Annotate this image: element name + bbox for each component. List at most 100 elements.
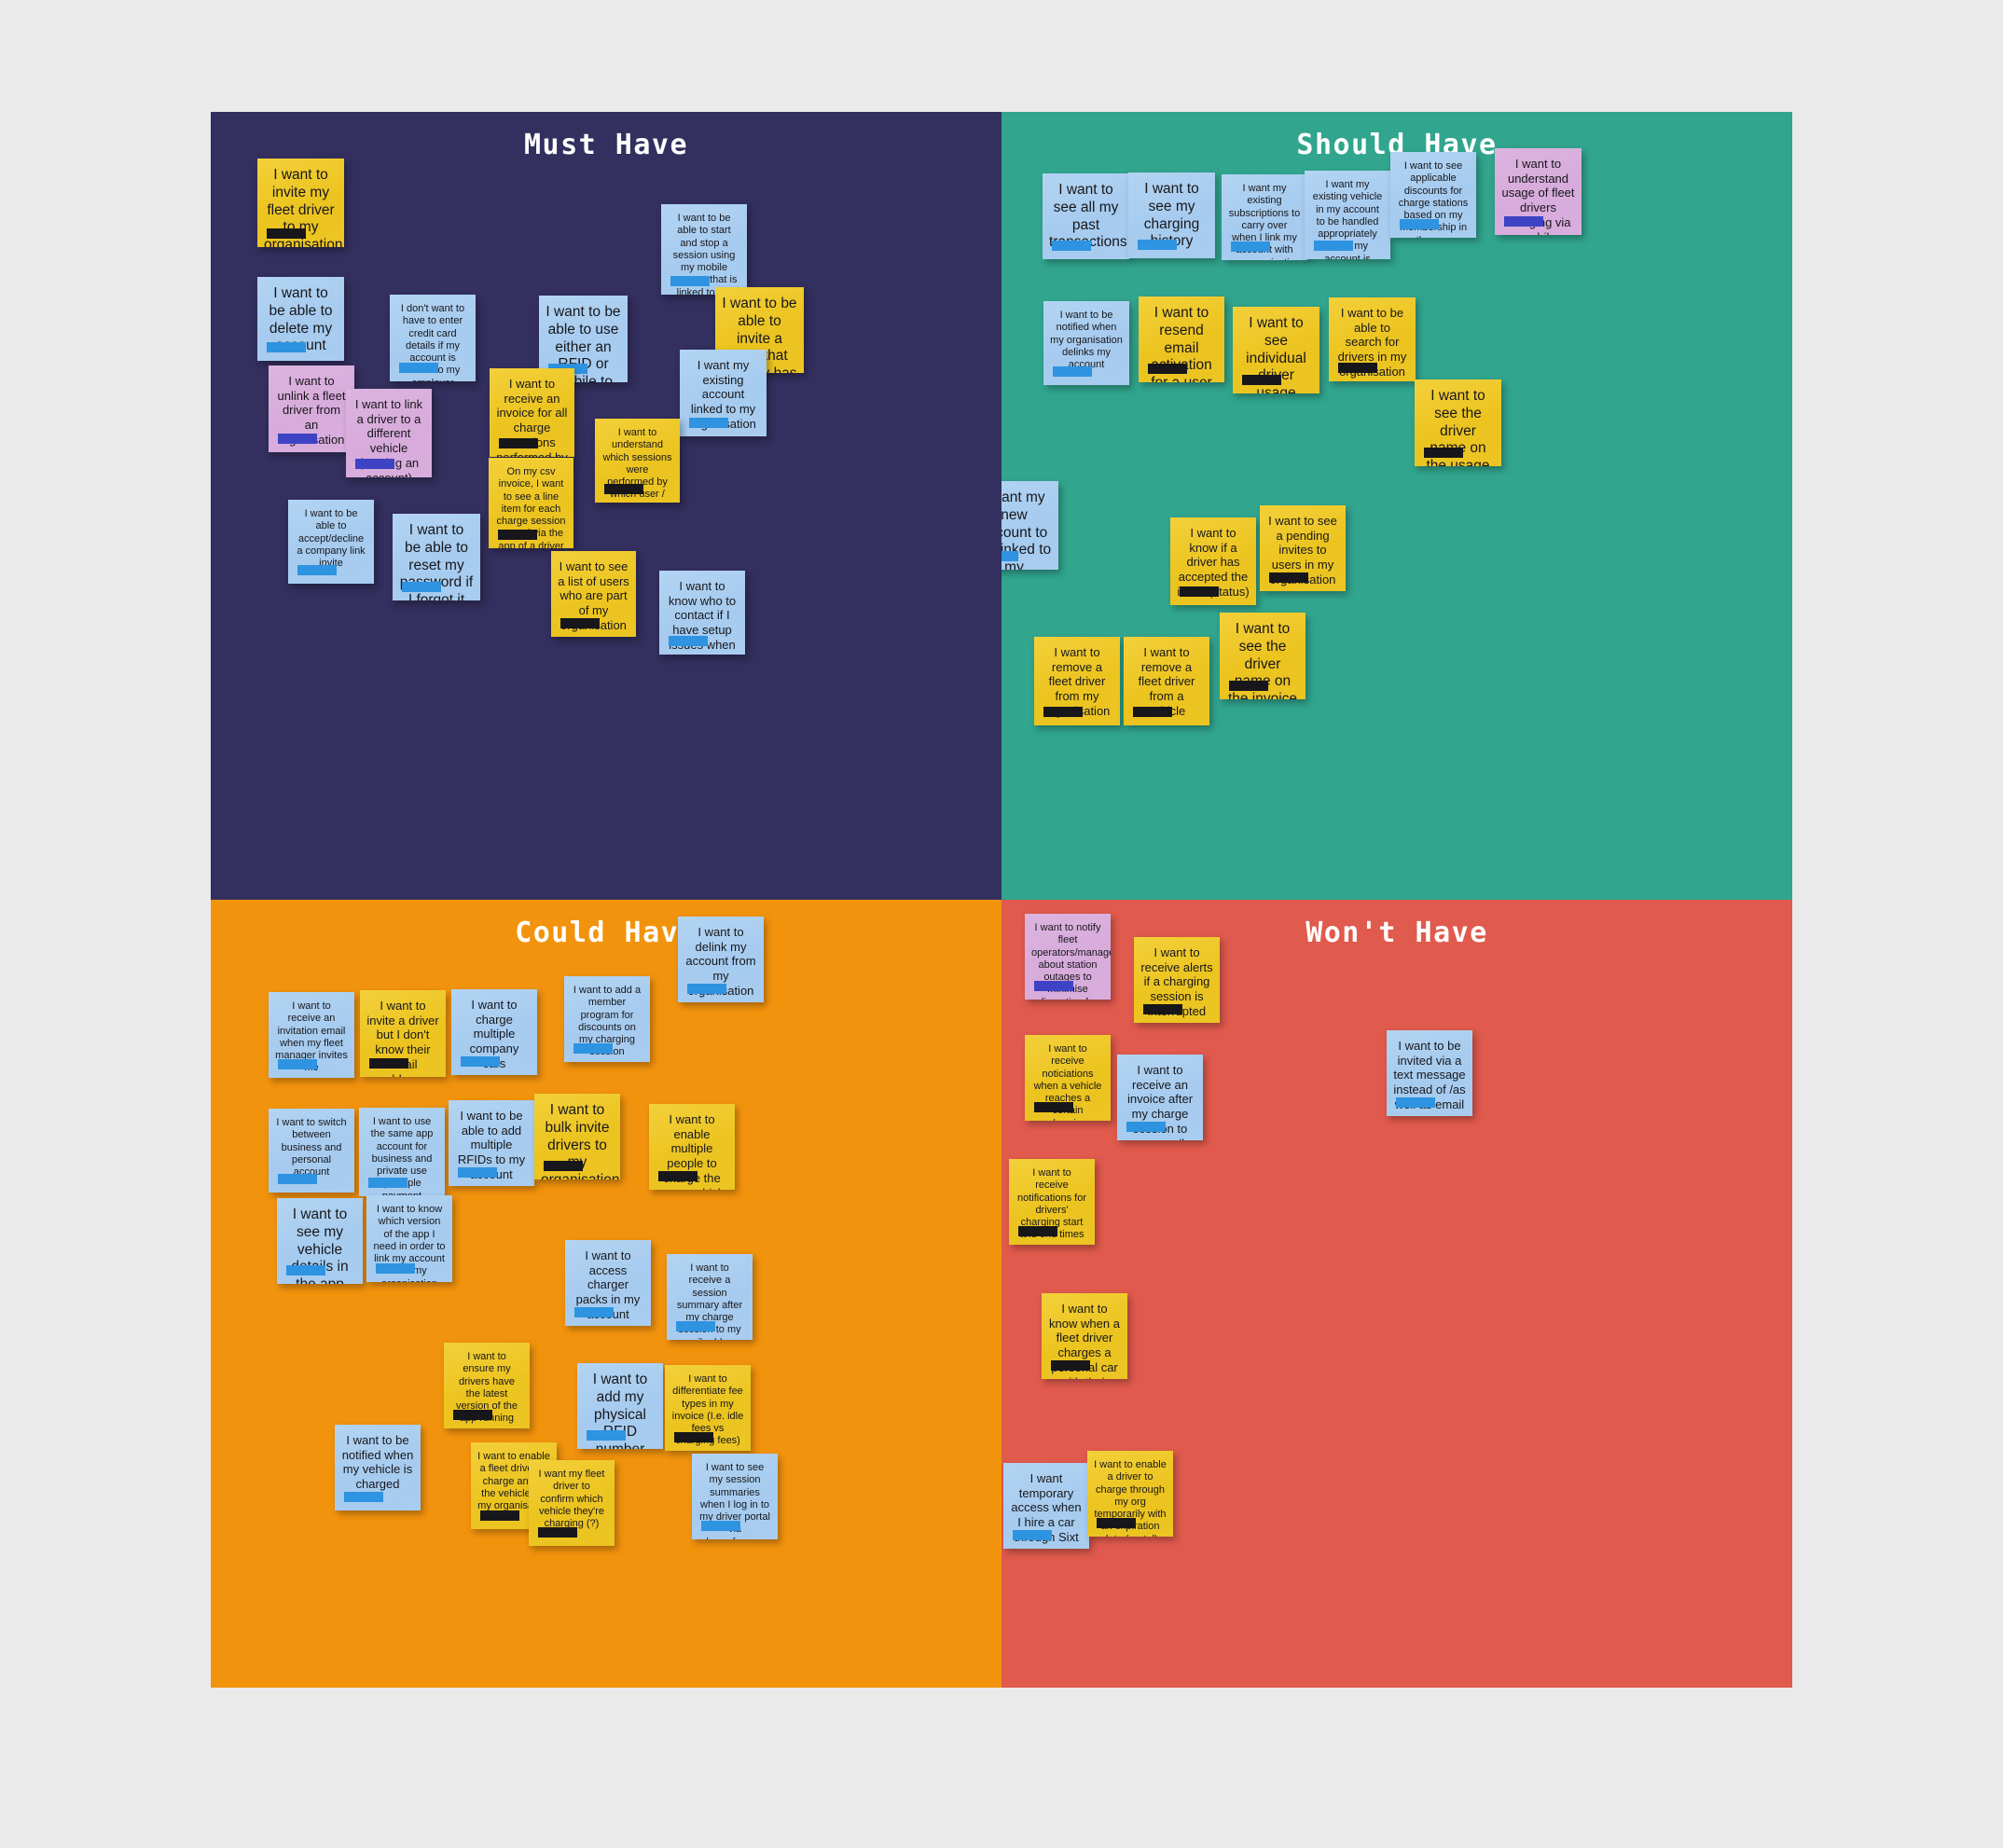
quadrant-should-have[interactable]: Should Have I want to see all my past tr…	[1002, 112, 1792, 900]
sticky-note[interactable]: On my csv invoice, I want to see a line …	[489, 458, 573, 548]
sticky-note[interactable]: I want to understand which sessions were…	[595, 419, 680, 503]
sticky-note-author-tag	[286, 1265, 325, 1276]
sticky-note[interactable]: I want to know if a driver has accepted …	[1170, 517, 1256, 605]
quadrant-title-could-have: Could Have	[515, 917, 698, 949]
sticky-note[interactable]: I want my existing vehicle in my account…	[1305, 171, 1390, 259]
sticky-note[interactable]: I want to remove a fleet driver from my …	[1034, 637, 1120, 725]
sticky-note[interactable]: I want temporary access when I hire a ca…	[1003, 1463, 1089, 1549]
sticky-note-author-tag	[573, 1043, 613, 1054]
sticky-note-author-tag	[368, 1178, 408, 1188]
sticky-note-author-tag	[1504, 216, 1543, 227]
sticky-note-author-tag	[1097, 1518, 1136, 1528]
sticky-note[interactable]: I want to be notified when my vehicle is…	[335, 1425, 421, 1510]
sticky-note[interactable]: I want to link a driver to a different v…	[346, 389, 432, 477]
sticky-note[interactable]: I want to know who to contact if I have …	[659, 571, 745, 655]
sticky-note[interactable]: I want to see applicable discounts for c…	[1390, 152, 1476, 238]
sticky-note-text: I want to be notified when my organisati…	[1050, 310, 1123, 371]
sticky-note-author-tag	[1013, 1530, 1052, 1540]
sticky-note-author-tag	[402, 582, 441, 592]
sticky-note[interactable]: I want to resend email activation for a …	[1139, 297, 1224, 382]
sticky-note[interactable]: I want my existing account linked to my …	[680, 350, 767, 436]
sticky-note[interactable]: I want to receive noticiations when a ve…	[1025, 1035, 1111, 1121]
sticky-note[interactable]: I want to switch between business and pe…	[269, 1109, 354, 1193]
sticky-note[interactable]: I want to unlink a fleet driver from an …	[269, 365, 354, 452]
sticky-note-author-tag	[1053, 366, 1092, 377]
sticky-note-author-tag	[480, 1510, 519, 1521]
sticky-note-text: I want to be notified when my vehicle is…	[341, 1433, 414, 1492]
sticky-note-author-tag	[355, 459, 394, 469]
sticky-note[interactable]: I want to invite a driver but I don't kn…	[360, 990, 446, 1077]
sticky-note[interactable]: I want to know when a fleet driver charg…	[1042, 1293, 1127, 1379]
sticky-note[interactable]: I want my fleet driver to confirm which …	[529, 1460, 615, 1546]
sticky-note[interactable]: I want to see my vehicle details in the …	[277, 1198, 363, 1284]
quadrant-title-wont-have: Won't Have	[1305, 917, 1488, 949]
sticky-note-author-tag	[1424, 448, 1463, 458]
sticky-note-author-tag	[369, 1058, 408, 1069]
sticky-note-author-tag	[376, 1263, 415, 1274]
sticky-note[interactable]: I want my existing subscriptions to carr…	[1222, 174, 1307, 260]
sticky-note-author-tag	[399, 363, 438, 373]
sticky-note[interactable]: I want my new account to be linked to my…	[1002, 481, 1058, 570]
sticky-note[interactable]: I want to be able to add multiple RFIDs …	[449, 1100, 534, 1186]
sticky-note-author-tag	[1126, 1122, 1166, 1132]
sticky-note[interactable]: I want to be invited via a text message …	[1387, 1030, 1472, 1116]
sticky-note-author-tag	[267, 342, 306, 352]
sticky-note-author-tag	[453, 1410, 492, 1420]
sticky-note-author-tag	[1002, 551, 1018, 561]
sticky-note[interactable]: I want to understand usage of fleet driv…	[1495, 148, 1582, 235]
sticky-note-author-tag	[658, 1171, 698, 1181]
sticky-note[interactable]: I want to enable a driver to charge thro…	[1087, 1451, 1173, 1537]
sticky-note-author-tag	[458, 1167, 497, 1178]
quadrant-could-have[interactable]: Could Have I want to delink my account f…	[211, 900, 1002, 1688]
sticky-note[interactable]: I want to be able to search for drivers …	[1329, 297, 1416, 381]
sticky-note[interactable]: I want to be able to reset my password i…	[393, 514, 480, 600]
sticky-note[interactable]: I want to be notified when my organisati…	[1043, 301, 1129, 385]
sticky-note[interactable]: I want to receive alerts if a charging s…	[1134, 937, 1220, 1023]
sticky-note[interactable]: I want to see a list of users who are pa…	[551, 551, 636, 637]
sticky-note[interactable]: I want to see the driver name on the inv…	[1220, 613, 1305, 699]
sticky-note[interactable]: I want to be able to delete my account	[257, 277, 344, 361]
sticky-note-author-tag	[689, 418, 728, 428]
sticky-note[interactable]: I want to charge multiple company cars	[451, 989, 537, 1075]
sticky-note[interactable]: I want to delink my account from my orga…	[678, 917, 764, 1002]
sticky-note-author-tag	[687, 984, 726, 994]
sticky-note[interactable]: I want to add a member program for disco…	[564, 976, 650, 1062]
sticky-note[interactable]: I want to see individual driver usage	[1233, 307, 1319, 393]
sticky-note[interactable]: I want to receive an invitation email wh…	[269, 992, 354, 1078]
sticky-note[interactable]: I want to enable multiple people to char…	[649, 1104, 735, 1190]
sticky-note[interactable]: I want to bulk invite drivers to my orga…	[534, 1094, 620, 1179]
sticky-note-author-tag	[297, 565, 337, 575]
sticky-note[interactable]: I want to add my physical RFID number in…	[577, 1363, 663, 1449]
sticky-note[interactable]: I want to remove a fleet driver from a v…	[1124, 637, 1209, 725]
sticky-note[interactable]: I want to be able to start and stop a se…	[661, 204, 747, 295]
sticky-note[interactable]: I want to access charger packs in my acc…	[565, 1240, 651, 1326]
sticky-note[interactable]: I want to ensure my drivers have the lat…	[444, 1343, 530, 1428]
sticky-note[interactable]: I want to see my session summaries when …	[692, 1454, 778, 1539]
sticky-note[interactable]: I want to be able to accept/decline a co…	[288, 500, 374, 584]
sticky-note[interactable]: I want to use the same app account for b…	[359, 1108, 445, 1196]
sticky-note[interactable]: I want to see my charging history	[1128, 172, 1215, 258]
sticky-note[interactable]: I want to notify fleet operators/manager…	[1025, 914, 1111, 1000]
sticky-note[interactable]: I don't want to have to enter credit car…	[390, 295, 476, 381]
sticky-note-author-tag	[1133, 707, 1172, 717]
sticky-note[interactable]: I want to receive an invoice for all cha…	[490, 368, 574, 457]
quadrant-wont-have[interactable]: Won't Have I want to notify fleet operat…	[1002, 900, 1792, 1688]
sticky-note-author-tag	[278, 1174, 317, 1184]
sticky-note-text: I want my fleet driver to confirm which …	[538, 1469, 605, 1530]
sticky-note[interactable]: I want to see a pending invites to users…	[1260, 505, 1346, 591]
sticky-note[interactable]: I want to receive an invoice after my ch…	[1117, 1055, 1203, 1140]
sticky-note[interactable]: I want to invite my fleet driver to my o…	[257, 159, 344, 247]
sticky-note[interactable]: I want to receive notifications for driv…	[1009, 1159, 1095, 1245]
sticky-note[interactable]: I want to receive a session summary afte…	[667, 1254, 753, 1340]
sticky-note-author-tag	[1034, 981, 1073, 991]
quadrant-must-have[interactable]: Must Have I want to invite my fleet driv…	[211, 112, 1002, 900]
sticky-note-author-tag	[344, 1492, 383, 1502]
sticky-note-author-tag	[1229, 681, 1268, 691]
sticky-note[interactable]: I want to know which version of the app …	[366, 1195, 452, 1282]
sticky-note[interactable]: I want to see all my past transactions	[1043, 173, 1129, 259]
sticky-note-author-tag	[676, 1321, 715, 1331]
sticky-note[interactable]: I want to see the driver name on the usa…	[1415, 379, 1501, 466]
sticky-note-author-tag	[544, 1161, 583, 1171]
sticky-note-author-tag	[701, 1521, 740, 1531]
sticky-note[interactable]: I want to differentiate fee types in my …	[665, 1365, 751, 1451]
